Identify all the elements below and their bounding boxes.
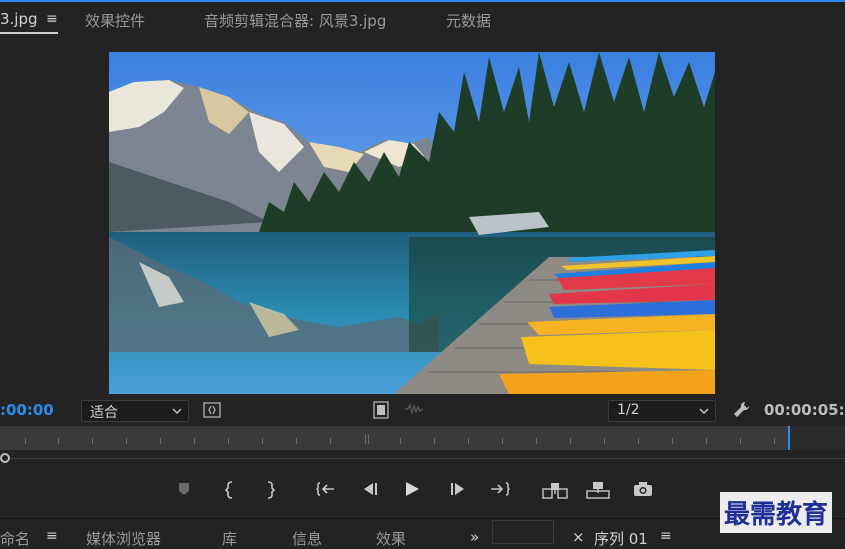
tab-effects[interactable]: 效果 [376,528,406,549]
ruler-tick [434,438,435,444]
playhead-scrubber[interactable] [0,450,845,468]
mark-in-button[interactable] [218,481,242,501]
tab-media-browser[interactable]: 媒体浏览器 [86,528,161,549]
wrench-settings-icon[interactable] [732,400,752,424]
ruler-tick [228,438,229,444]
drag-video-only-icon[interactable] [373,401,389,423]
ruler-tick [296,438,297,444]
export-frame-camera-icon[interactable] [631,481,655,501]
playhead-timecode[interactable]: :00:00 [0,401,54,419]
ruler-tick-major [368,434,369,444]
chevron-down-icon [699,404,709,420]
tools-panel-placeholder [492,520,554,544]
preview-image-landscape [109,52,715,394]
ruler-tick [706,438,707,444]
ruler-tick [400,438,401,444]
ruler-tick [92,438,93,444]
tab-sequence-01[interactable]: 序列 01 [594,528,648,549]
zoom-level-select[interactable]: 适合 [81,400,189,422]
go-to-in-button[interactable] [314,481,338,501]
go-to-out-button[interactable] [488,481,512,501]
ruler-tick [502,438,503,444]
ruler-tick [468,438,469,444]
out-point-marker[interactable] [788,426,790,450]
time-ruler[interactable] [0,426,789,450]
ruler-tick [330,438,331,444]
step-forward-button[interactable] [446,481,470,501]
ruler-tick [58,438,59,444]
playhead-handle[interactable] [0,453,10,463]
safe-margins-icon[interactable] [203,402,221,422]
ruler-tick [194,438,195,444]
ruler-tick [672,438,673,444]
ruler-tick [160,438,161,444]
landscape-image [109,52,715,394]
ruler-tick [774,438,775,444]
scrubber-track [0,458,845,459]
ruler-tick [126,438,127,444]
close-icon[interactable]: × [572,528,585,546]
drag-audio-only-icon[interactable] [404,402,424,420]
add-marker-button[interactable] [172,481,196,501]
top-panel-tabs: 3.jpg ≡ 效果控件 音频剪辑混合器: 风景3.jpg 元数据 [0,2,845,38]
chevron-down-icon [172,404,182,420]
monitor-controls-bar: :00:00 适合 1/2 00:00:05:0 [0,396,845,426]
ruler-tick-major [365,434,366,444]
ruler-tick [638,438,639,444]
insert-button[interactable] [542,481,568,501]
step-back-button[interactable] [358,481,382,501]
tab-source-monitor[interactable]: 3.jpg [0,10,38,28]
overwrite-button[interactable] [585,481,611,501]
ruler-tick [604,438,605,444]
tab-libraries[interactable]: 库 [222,528,237,549]
playback-resolution-select[interactable]: 1/2 [608,400,716,422]
tab-project[interactable]: 命名 [0,528,30,549]
mark-out-button[interactable] [258,481,282,501]
tab-effect-controls[interactable]: 效果控件 [85,10,145,31]
tab-metadata[interactable]: 元数据 [446,10,491,31]
ruler-tick [740,438,741,444]
ruler-tick [262,438,263,444]
panel-menu-icon[interactable]: ≡ [46,11,58,27]
ruler-tick [536,438,537,444]
ruler-tick [570,438,571,444]
active-tab-indicator [0,32,58,34]
playback-resolution-value: 1/2 [617,402,640,418]
more-panels-icon[interactable]: » [470,528,479,546]
tab-audio-clip-mixer[interactable]: 音频剪辑混合器: 风景3.jpg [204,10,386,31]
ruler-tick [25,438,26,444]
source-monitor-viewer [0,38,845,396]
watermark-logo: 最需教育 [720,492,833,533]
tab-info[interactable]: 信息 [292,528,322,549]
zoom-level-value: 适合 [90,405,118,421]
bottom-panel-tabs: 命名 ≡ 媒体浏览器 库 信息 效果 » × 序列 01 ≡ [0,518,845,548]
time-ruler-outside [789,426,845,450]
play-button[interactable] [400,481,424,501]
transport-controls [0,468,845,518]
duration-timecode: 00:00:05:0 [764,401,845,419]
